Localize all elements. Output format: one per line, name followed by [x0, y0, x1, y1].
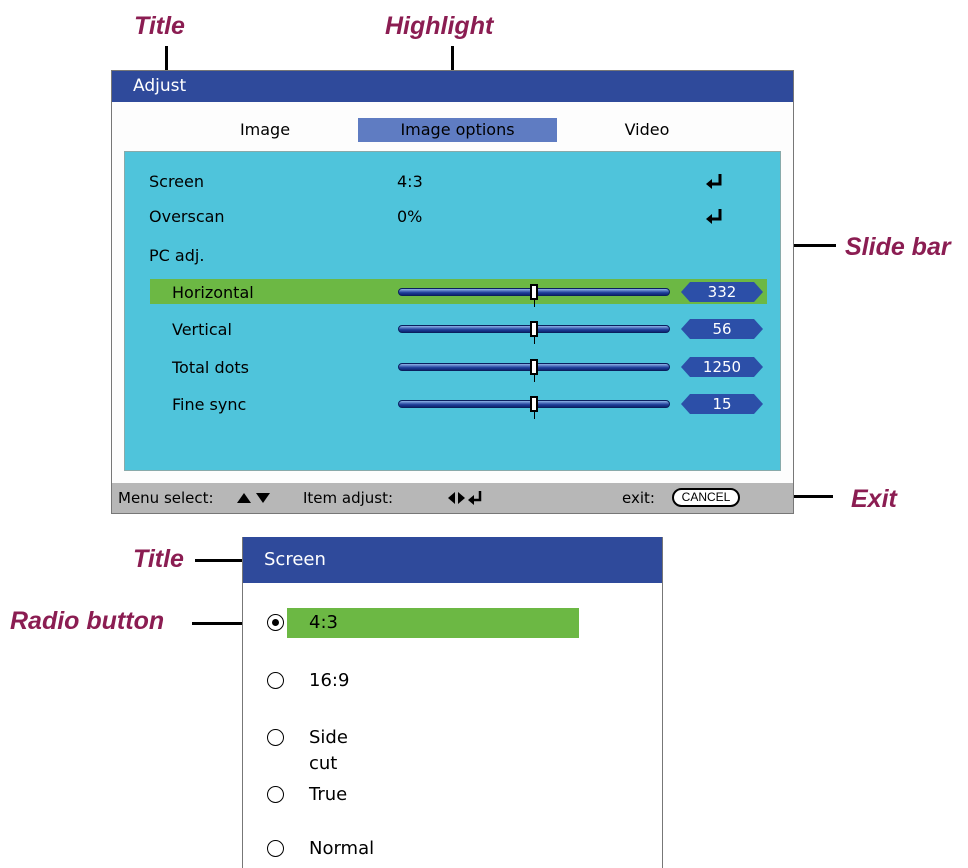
footer-item-adjust-label: Item adjust: [303, 489, 394, 507]
up-down-arrows-icon [237, 493, 270, 503]
enter-icon[interactable] [705, 173, 725, 189]
slider-total-dots-center-tick [534, 375, 535, 382]
tab-image[interactable]: Image [200, 118, 330, 142]
radio-selected-icon[interactable] [267, 614, 284, 631]
row-screen-label[interactable]: Screen [149, 172, 204, 191]
option-label: True [309, 784, 348, 805]
radio-icon[interactable] [267, 786, 284, 803]
slider-vertical-label[interactable]: Vertical [172, 320, 232, 339]
radio-icon[interactable] [267, 672, 284, 689]
callout-highlight: Highlight [385, 12, 494, 40]
left-right-enter-icon [448, 491, 482, 505]
option-label: 16:9 [309, 670, 350, 691]
row-pc-adj-label: PC adj. [149, 246, 205, 265]
option-label: 4:3 [309, 612, 338, 633]
adjust-menu: Adjust Image Image options Video Screen … [111, 70, 794, 514]
slider-vertical-thumb[interactable] [530, 321, 538, 337]
menu-footer: Menu select: Item adjust: exit: CANCEL [112, 483, 793, 513]
footer-menu-select-label: Menu select: [118, 489, 214, 507]
radio-icon[interactable] [267, 729, 284, 746]
option-label: Side cut [309, 727, 348, 774]
callout-radio-button: Radio button [10, 607, 165, 635]
slider-fine-sync-value: 15 [681, 394, 763, 414]
radio-icon[interactable] [267, 840, 284, 857]
slider-total-dots-value: 1250 [681, 357, 763, 377]
cancel-button[interactable]: CANCEL [672, 488, 740, 507]
slider-fine-sync-center-tick [534, 412, 535, 419]
row-overscan-value: 0% [397, 207, 423, 226]
slider-horizontal-label[interactable]: Horizontal [172, 283, 254, 302]
option-label: Normal [309, 838, 375, 859]
tab-image-options[interactable]: Image options [358, 118, 557, 142]
callout-title-bottom: Title [133, 545, 184, 573]
adjust-content: Screen 4:3 Overscan 0% PC adj. Horizonta… [124, 151, 781, 471]
footer-exit-label: exit: [622, 489, 655, 507]
row-screen-value: 4:3 [397, 172, 423, 191]
row-overscan-label[interactable]: Overscan [149, 207, 225, 226]
screen-menu: Screen 4:3 16:9 Side cut True Normal [242, 537, 663, 868]
slider-total-dots-thumb[interactable] [530, 359, 538, 375]
slider-total-dots-label[interactable]: Total dots [172, 358, 249, 377]
enter-icon[interactable] [705, 208, 725, 224]
callout-exit: Exit [851, 485, 897, 513]
slider-vertical-center-tick [534, 337, 535, 344]
slider-horizontal-value: 332 [681, 282, 763, 302]
tab-video[interactable]: Video [582, 118, 712, 142]
screen-menu-title: Screen [243, 537, 662, 583]
slider-fine-sync-label[interactable]: Fine sync [172, 395, 246, 414]
menu-title: Adjust [112, 71, 793, 102]
slider-horizontal-center-tick [534, 300, 535, 307]
slider-fine-sync-thumb[interactable] [530, 396, 538, 412]
callout-slide-bar: Slide bar [845, 233, 951, 261]
slider-horizontal-thumb[interactable] [530, 284, 538, 300]
slider-vertical-value: 56 [681, 319, 763, 339]
callout-title-top: Title [134, 12, 185, 40]
